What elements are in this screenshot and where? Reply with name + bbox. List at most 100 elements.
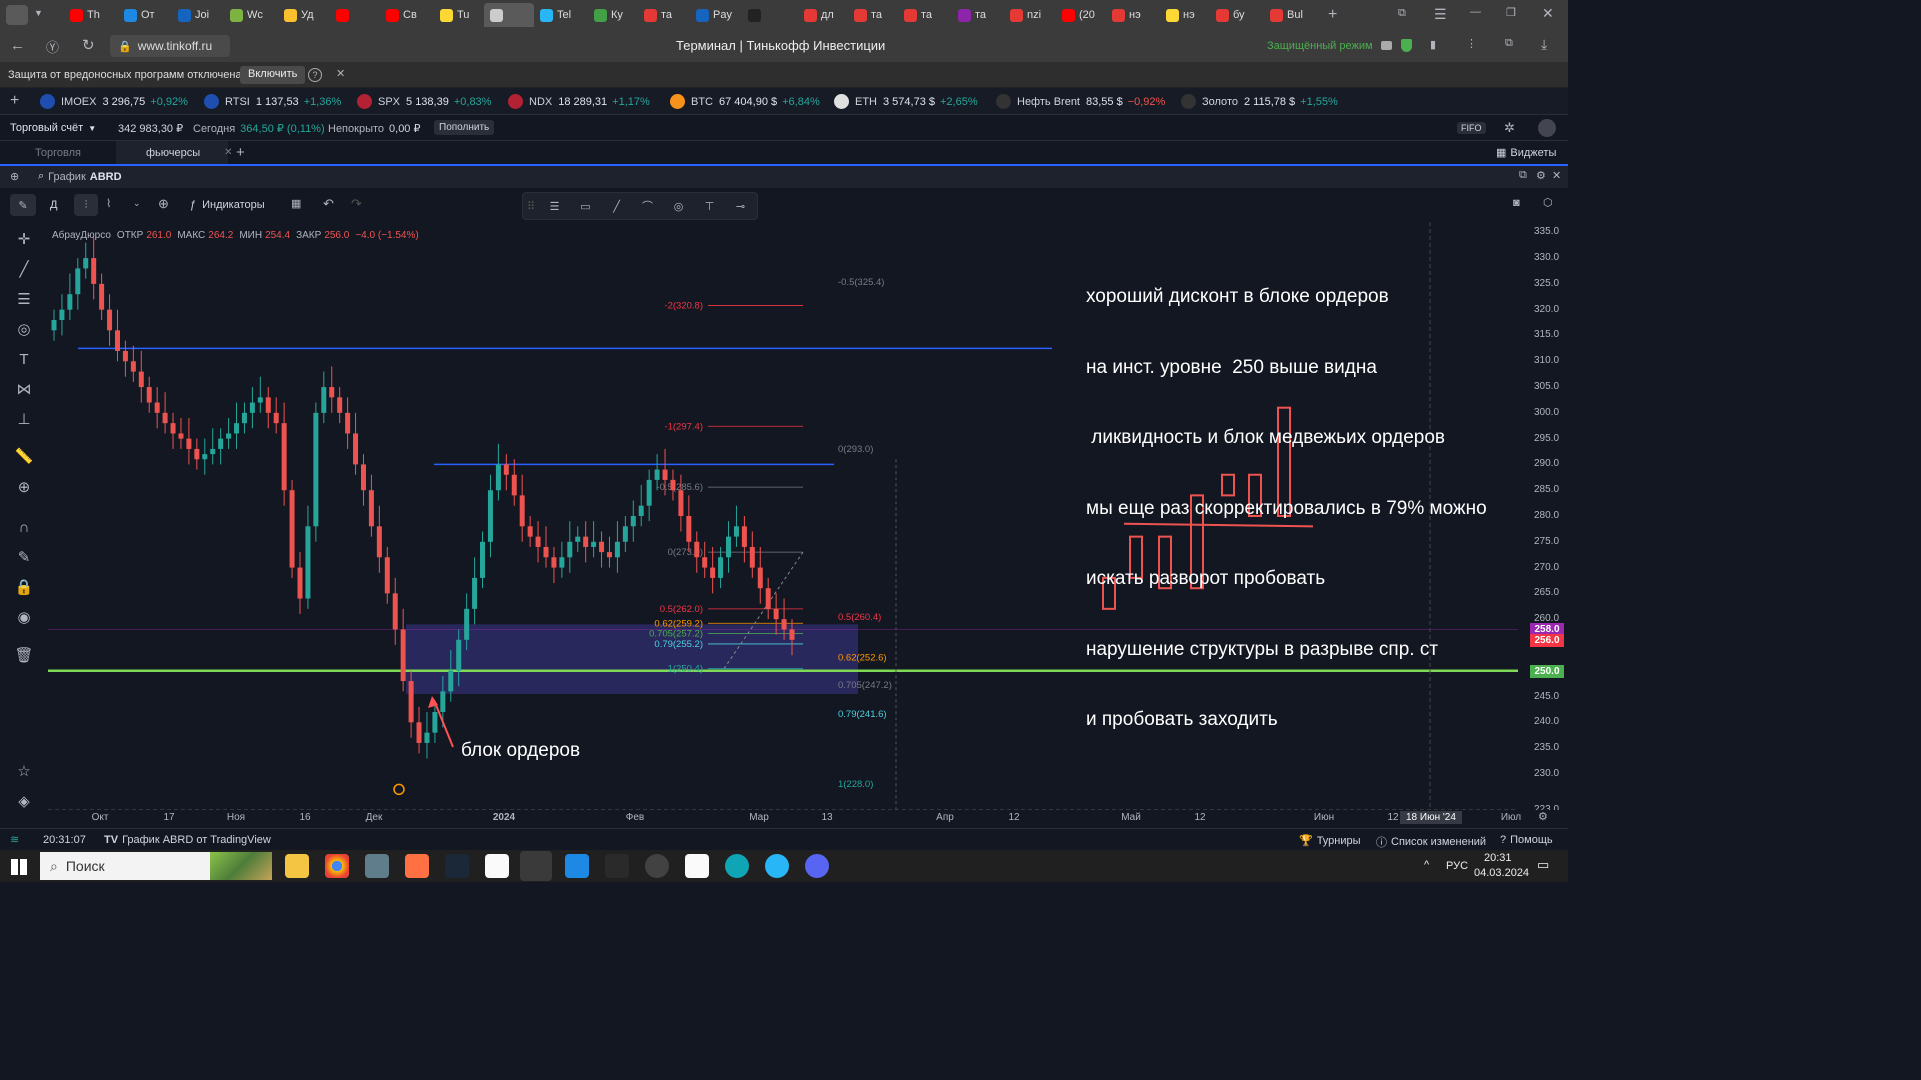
epic-games-icon[interactable] — [605, 854, 629, 878]
compare-icon[interactable]: ⊕ — [158, 196, 169, 212]
indicators-button[interactable]: ƒ Индикаторы — [190, 199, 265, 211]
telegram-icon[interactable] — [765, 854, 789, 878]
close-window-button[interactable]: ✕ — [1542, 5, 1554, 22]
changelog-link[interactable]: ⓘ Список изменений — [1376, 834, 1486, 850]
zoom-icon[interactable]: ⊕ — [14, 478, 34, 498]
browser-tab[interactable]: Уд — [278, 3, 328, 27]
browser-tab[interactable]: дл — [798, 3, 848, 27]
lock-drawings-pen-icon[interactable]: ✎ — [14, 548, 34, 568]
popout-icon[interactable]: ⧉ — [1519, 169, 1527, 182]
app-icon[interactable] — [645, 854, 669, 878]
pattern-tool-icon[interactable]: ◎ — [14, 320, 34, 340]
new-tab-button[interactable]: + — [1328, 6, 1337, 24]
fib-tool-icon[interactable]: ☰ — [14, 290, 34, 310]
xabcd-icon[interactable]: ⋈ — [14, 380, 34, 400]
browser-tab[interactable]: (20 — [1056, 3, 1106, 27]
protected-mode-label[interactable]: Защищённый режим — [1267, 40, 1373, 52]
help-icon[interactable]: ? — [308, 68, 322, 82]
file-icon[interactable] — [685, 854, 709, 878]
templates-icon[interactable]: ▦ — [291, 197, 301, 210]
tab-trading[interactable]: Торговля — [35, 147, 81, 159]
ticker-item[interactable]: ETH 3 574,73 $ +2,65% — [834, 94, 978, 109]
collections-icon[interactable]: ⧉ — [1398, 7, 1406, 20]
text-tool-icon[interactable]: ⊤ — [694, 200, 725, 213]
eye-icon[interactable]: ◉ — [14, 608, 34, 628]
time-axis[interactable]: 18 Июн '24 ⚙ Окт 17 Ноя 16 Дек 2024 Фев Мар 13 Ап… — [48, 810, 1568, 828]
app-icon[interactable] — [365, 854, 389, 878]
browser-tab[interactable]: Bul — [1264, 3, 1314, 27]
download-icon[interactable]: ⤓ — [1541, 36, 1547, 53]
browser-tab[interactable]: nzi — [1004, 3, 1054, 27]
close-warning-icon[interactable]: ✕ — [336, 67, 345, 80]
app-icon[interactable] — [405, 854, 429, 878]
app-icon[interactable] — [565, 854, 589, 878]
chrome-icon[interactable] — [325, 854, 349, 878]
drag-handle-icon[interactable]: ⠿ — [523, 200, 539, 213]
text-tool-icon[interactable]: T — [14, 350, 34, 370]
tournaments-link[interactable]: 🏆 Турниры — [1299, 834, 1361, 848]
back-button[interactable]: ← — [10, 37, 25, 54]
circle-icon[interactable]: ◎ — [663, 200, 694, 213]
account-selector[interactable]: Торговый счёт ▼ — [10, 122, 96, 134]
chat-icon[interactable] — [1381, 41, 1392, 50]
bookmark-icon[interactable]: ▮ — [1430, 38, 1436, 51]
help-link[interactable]: ? Помощь — [1500, 834, 1553, 846]
edge-icon[interactable] — [725, 854, 749, 878]
magnet-icon[interactable]: ∩ — [14, 518, 34, 538]
trendline-icon[interactable]: ╱ — [601, 200, 632, 213]
menu-icon[interactable]: ☰ — [1434, 6, 1447, 23]
tradingview-credit[interactable]: TV График ABRD от TradingView — [104, 834, 271, 846]
browser-tab[interactable]: нэ — [1160, 3, 1210, 27]
path-icon[interactable]: ⌒ — [632, 198, 663, 214]
maximize-button[interactable]: ❐ — [1506, 6, 1516, 19]
browser-tab[interactable] — [330, 3, 380, 27]
ruler-icon[interactable]: 📏 — [14, 447, 34, 467]
browser-tab[interactable]: Wc — [224, 3, 274, 27]
notifications-icon[interactable]: ▭ — [1537, 857, 1549, 873]
topup-button[interactable]: Пополнить — [434, 120, 495, 135]
ticker-item[interactable]: IMOEX 3 296,75 +0,92% — [40, 94, 188, 109]
browser-tab[interactable]: та — [848, 3, 898, 27]
rectangle-icon[interactable]: ▭ — [570, 200, 601, 213]
add-ticker-button[interactable]: + — [10, 92, 19, 110]
browser-tab[interactable]: Pay — [690, 3, 740, 27]
fifo-badge[interactable]: FIFO — [1457, 122, 1486, 134]
horizontal-lines-icon[interactable]: ☰ — [539, 200, 570, 213]
discord-icon[interactable] — [805, 854, 829, 878]
undo-icon[interactable]: ↶ — [323, 196, 334, 212]
minimize-button[interactable]: — — [1470, 6, 1481, 18]
enable-button[interactable]: Включить — [240, 66, 306, 84]
widgets-button[interactable]: ▦ Виджеты — [1496, 146, 1556, 160]
ticker-item[interactable]: SPX 5 138,39 +0,83% — [357, 94, 491, 109]
pencil-icon[interactable]: ✎ — [10, 194, 36, 216]
ticker-item[interactable]: Нефть Brent 83,55 $ −0,92% — [996, 94, 1165, 109]
add-widget-icon[interactable]: ⊕ — [10, 170, 19, 183]
chevron-down-icon[interactable]: ⌄ — [133, 198, 141, 209]
clock-date[interactable]: 04.03.2024 — [1474, 867, 1529, 879]
tab-futures[interactable]: фьючерсы ✕ — [116, 141, 233, 164]
ticker-item[interactable]: RTSI 1 137,53 +1,36% — [204, 94, 341, 109]
line-tool-icon[interactable]: ╱ — [14, 260, 34, 280]
chart-type-icon[interactable]: ⌇ — [106, 197, 111, 210]
ticker-item[interactable]: Золото 2 115,78 $ +1,55% — [1181, 94, 1338, 109]
more-icon[interactable]: ⋮ — [1466, 37, 1477, 50]
chevron-down-icon[interactable]: ▼ — [34, 8, 43, 18]
yandex-browser-icon[interactable] — [520, 851, 552, 881]
candles-icon[interactable]: ⫶ — [74, 194, 98, 216]
tabs-icon[interactable]: ⧉ — [1505, 37, 1513, 50]
browser-tab[interactable]: та — [898, 3, 948, 27]
file-icon[interactable] — [485, 854, 509, 878]
steam-icon[interactable] — [445, 854, 469, 878]
close-icon[interactable]: ✕ — [224, 147, 232, 158]
add-tab-button[interactable]: + — [236, 144, 245, 161]
clock-time[interactable]: 20:31 — [1484, 852, 1512, 864]
browser-tab[interactable] — [484, 3, 534, 27]
reload-button[interactable]: ↻ — [82, 36, 95, 54]
file-explorer-icon[interactable] — [285, 854, 309, 878]
browser-tab[interactable]: та — [952, 3, 1002, 27]
browser-tab[interactable]: Tu — [434, 3, 484, 27]
settings-icon[interactable]: ⚙ — [1538, 810, 1548, 823]
price-axis[interactable]: 335.0 330.0 325.0 320.0 315.0 310.0 305.0 300.0… — [1518, 222, 1568, 815]
browser-tab[interactable]: Св — [380, 3, 430, 27]
interval-button[interactable]: Д — [50, 199, 57, 211]
